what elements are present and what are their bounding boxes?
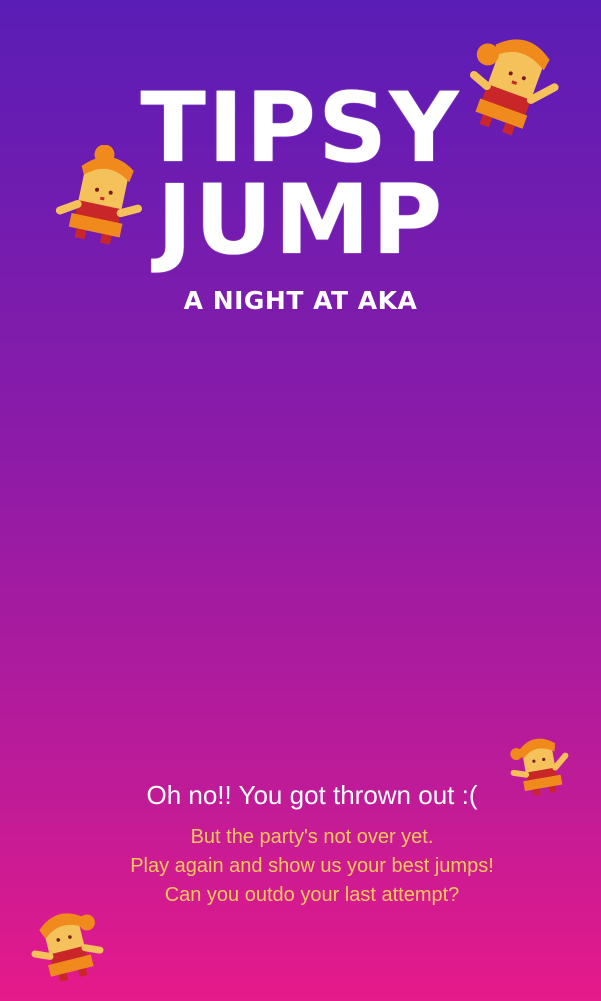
character-sprite-top-left — [55, 145, 142, 245]
game-over-heading: Oh no!! You got thrown out :( — [146, 780, 478, 810]
game-over-line: Can you outdo your last attempt? — [164, 884, 460, 906]
game-over-line: But the party's not over yet. — [190, 826, 434, 848]
game-over-message: Oh no!! You got thrown out :( But the pa… — [0, 780, 601, 910]
character-sprite-bottom-left — [31, 913, 104, 982]
game-over-line: Play again and show us your best jumps! — [130, 855, 494, 877]
character-sprite-top-right — [469, 39, 559, 136]
game-subtitle: A NIGHT AT AKA — [183, 286, 418, 315]
